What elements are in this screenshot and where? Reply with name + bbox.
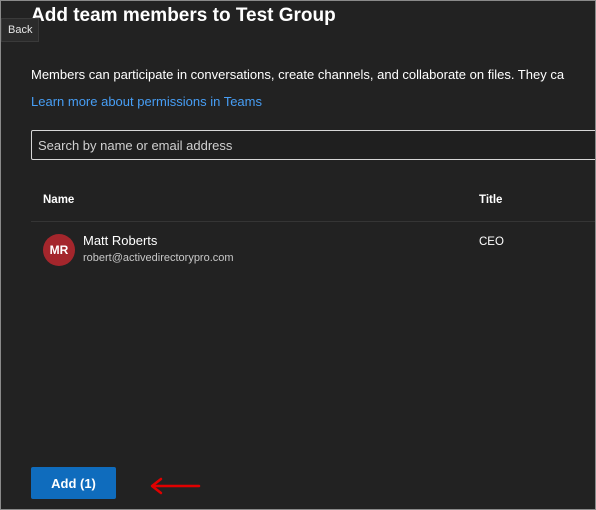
description-text: Members can participate in conversations… (31, 67, 565, 82)
add-button[interactable]: Add (1) (31, 467, 116, 499)
search-input[interactable] (31, 130, 595, 160)
page-title: Add team members to Test Group (31, 5, 336, 26)
column-header-title[interactable]: Title (479, 194, 502, 206)
avatar: MR (43, 234, 75, 266)
table-row[interactable]: MR Matt Roberts robert@activedirectorypr… (31, 222, 595, 278)
member-name: Matt Roberts (83, 233, 158, 248)
dialog-panel: Add team members to Test Group Back Memb… (0, 0, 596, 510)
column-header-name[interactable]: Name (43, 194, 74, 206)
learn-more-link[interactable]: Learn more about permissions in Teams (31, 94, 262, 109)
member-title: CEO (479, 236, 504, 248)
table-header: Name Title (31, 181, 595, 222)
member-email: robert@activedirectorypro.com (83, 252, 234, 264)
back-button[interactable]: Back (1, 18, 40, 42)
left-arrow-icon (150, 477, 201, 495)
